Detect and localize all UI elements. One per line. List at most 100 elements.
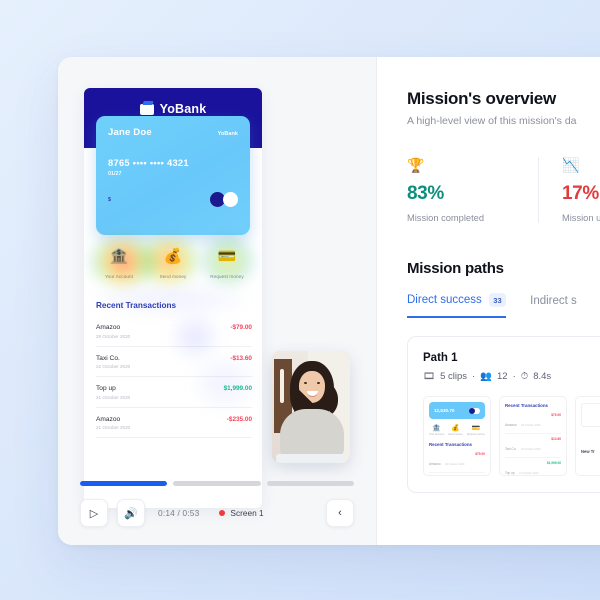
request-money-icon: 💳 bbox=[217, 248, 237, 265]
video-preview-pane: YoBank Jane Doe YoBank 8765 •••• •••• 43… bbox=[58, 57, 377, 545]
thumb-placeholder-box bbox=[581, 403, 600, 427]
transaction-date: 21 October 2020 bbox=[96, 425, 131, 430]
card-toggle[interactable] bbox=[210, 192, 238, 207]
thumb-row-amount: $13.60 bbox=[551, 436, 561, 441]
trophy-icon: 🏆 bbox=[407, 157, 425, 173]
transaction-name: Amazoo bbox=[96, 415, 121, 423]
stat-label: Mission un bbox=[562, 213, 600, 223]
path-users: 12 bbox=[497, 371, 508, 382]
tab-count-badge: 33 bbox=[488, 293, 507, 307]
list-item: Taxi Co. 22 October 2020 $13.60 bbox=[429, 473, 485, 477]
action-request-money[interactable]: 💳 Request money bbox=[202, 248, 252, 283]
trend-down-icon: 📉 bbox=[562, 157, 580, 173]
thumb-row-name: Taxi Co. bbox=[505, 446, 517, 451]
webcam-light bbox=[280, 369, 284, 403]
progress-segment-2[interactable] bbox=[173, 481, 261, 486]
thumb-row-amount: $79.00 bbox=[551, 412, 561, 417]
action-send-money[interactable]: 💰 Send money bbox=[148, 248, 198, 283]
stat-value: 83% bbox=[407, 183, 444, 204]
thumb-row-name: Top up bbox=[505, 470, 515, 475]
thumb-actions: 🏦 Your Account 💰 Send money 💳 Request mo… bbox=[424, 424, 490, 436]
card-expiry: 01/27 bbox=[108, 171, 122, 177]
transaction-name: Taxi Co. bbox=[96, 354, 120, 362]
table-row[interactable]: Amazoo 29 October 2020 -$79.00 bbox=[96, 316, 252, 347]
progress-fill bbox=[80, 481, 168, 486]
status-badge[interactable]: Screen 1 bbox=[219, 508, 264, 518]
brand-name: YoBank bbox=[159, 102, 207, 116]
progress-segments[interactable] bbox=[80, 481, 354, 486]
tab-indirect-success[interactable]: Indirect s bbox=[530, 295, 577, 316]
volume-icon: 🔊 bbox=[124, 507, 138, 520]
stat-mission-completed: 🏆 83% Mission completed bbox=[407, 157, 538, 223]
thumb-action-label: Request money bbox=[466, 433, 485, 436]
screen-label: Screen 1 bbox=[230, 508, 264, 518]
card-holder-name: Jane Doe bbox=[108, 127, 152, 138]
transaction-date: 29 October 2020 bbox=[96, 333, 131, 339]
action-label: Your Account bbox=[104, 274, 134, 279]
list-item: Amazoo 29 October 2020 $79.00 bbox=[429, 449, 485, 473]
list-item: Top up 21 October 2020 $1,999.00 bbox=[505, 458, 561, 475]
thumb-row-name: Amazoo bbox=[505, 422, 517, 427]
send-money-icon: 💰 Send money bbox=[448, 425, 463, 436]
thumb-action-label: Send money bbox=[448, 433, 463, 436]
thumb-section-title: Recent Transactions bbox=[505, 403, 548, 408]
path-meta: 🎞 5 clips · 👥 12 · ⏱ 8.4s bbox=[423, 371, 600, 382]
thumb-row-amount: $1,999.00 bbox=[546, 460, 561, 465]
transaction-name: Amazoo bbox=[96, 324, 121, 331]
webcam-overlay[interactable] bbox=[272, 351, 350, 463]
table-row[interactable]: Amazoo 21 October 2020 -$235.00 bbox=[96, 408, 252, 438]
record-dot-icon bbox=[219, 510, 226, 516]
volume-button[interactable]: 🔊 bbox=[117, 499, 145, 527]
bank-icon: 🏦 bbox=[109, 248, 129, 265]
card-bottom-row: $ bbox=[108, 192, 238, 207]
bank-icon: 🏦 Your Account bbox=[429, 425, 445, 436]
control-row: ▷ 🔊 0:14 / 0:53 Screen 1 ‹ bbox=[80, 499, 354, 527]
progress-segment-1[interactable] bbox=[80, 481, 168, 486]
send-money-icon: 💰 bbox=[163, 248, 183, 265]
stat-label: Mission completed bbox=[407, 213, 484, 223]
video-player-controls: ▷ 🔊 0:14 / 0:53 Screen 1 ‹ bbox=[58, 481, 376, 545]
avatar-eye-left bbox=[304, 382, 308, 385]
users-icon: 👥 bbox=[480, 371, 493, 382]
thumbnail-1[interactable]: 12,530.70 🏦 Your Account 💰 Send money 💳 bbox=[423, 396, 491, 476]
path-clips: 5 clips bbox=[440, 371, 467, 382]
thumb-toggle-icon bbox=[469, 407, 480, 414]
stat-mission-unfinished: 📉 17% Mission un bbox=[538, 157, 600, 223]
table-row[interactable]: Top up 21 October 2020 $1,999.00 bbox=[96, 377, 252, 408]
wallet-icon bbox=[139, 103, 154, 115]
transaction-amount: -$235.00 bbox=[226, 415, 252, 423]
time-display: 0:14 / 0:53 bbox=[158, 508, 200, 518]
stat-value: 17% bbox=[562, 183, 599, 204]
thumb-section-title: Recent Transactions bbox=[429, 442, 472, 447]
film-icon: 🎞 bbox=[423, 371, 436, 382]
mission-overview-pane: Mission's overview A high-level view of … bbox=[377, 57, 600, 545]
path-duration: 8.4s bbox=[533, 371, 552, 382]
path-card[interactable]: Path 1 🎞 5 clips · 👥 12 · ⏱ 8.4s 12,530.… bbox=[407, 336, 600, 493]
transaction-date: 22 October 2020 bbox=[96, 364, 131, 369]
thumb-row-name: Amazoo bbox=[429, 461, 441, 466]
tab-label: Indirect s bbox=[530, 295, 577, 307]
thumb-row-date: 21 October 2020 bbox=[519, 471, 539, 475]
meta-separator: · bbox=[472, 371, 476, 382]
avatar-eye-right bbox=[316, 382, 320, 385]
play-button[interactable]: ▷ bbox=[80, 499, 108, 527]
request-money-icon: 💳 Request money bbox=[466, 425, 485, 436]
stats-row: 🏆 83% Mission completed 📉 17% Mission un bbox=[407, 157, 600, 223]
recent-transactions-title: Recent Transactions bbox=[96, 301, 177, 310]
list-item: Taxi Co. 22 October 2020 $13.60 bbox=[505, 434, 561, 458]
quick-actions: 🏦 Your Account 💰 Send money 💳 Request mo… bbox=[84, 248, 262, 283]
mission-paths-heading: Mission paths bbox=[407, 260, 504, 277]
list-item: Amazoo 29 October 2020 $79.00 bbox=[505, 410, 561, 434]
action-your-account[interactable]: 🏦 Your Account bbox=[94, 248, 144, 283]
thumbnail-2[interactable]: Recent Transactions Amazoo 29 October 20… bbox=[499, 396, 567, 476]
thumbnail-3[interactable]: New Tr bbox=[575, 396, 600, 476]
transaction-amount: -$79.00 bbox=[230, 324, 252, 331]
thumb-row-amount: $13.60 bbox=[475, 476, 485, 477]
progress-segment-3[interactable] bbox=[266, 481, 354, 486]
share-button[interactable]: ‹ bbox=[326, 499, 354, 527]
tab-direct-success[interactable]: Direct success 33 bbox=[407, 293, 507, 318]
path-title: Path 1 bbox=[423, 352, 458, 364]
recording-window: YoBank Jane Doe YoBank 8765 •••• •••• 43… bbox=[58, 57, 600, 545]
transaction-date: 21 October 2020 bbox=[96, 394, 131, 400]
table-row[interactable]: Taxi Co. 22 October 2020 -$13.60 bbox=[96, 347, 252, 377]
